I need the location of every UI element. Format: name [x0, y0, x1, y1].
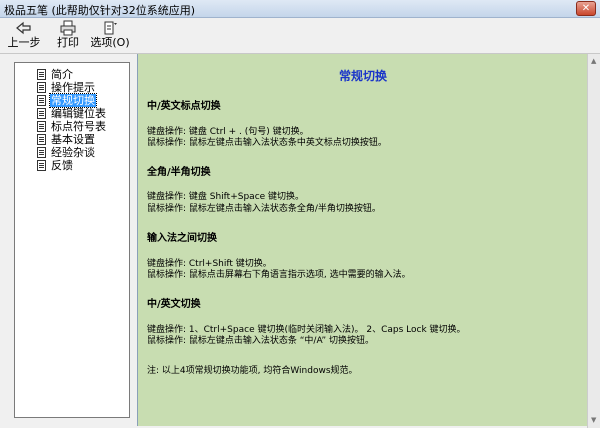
tree-item-punctuation[interactable]: 标点符号表	[37, 120, 107, 133]
tree-item-switching[interactable]: 常规切换	[37, 93, 97, 108]
document-icon	[37, 134, 46, 145]
section-title: 输入法之间切换	[147, 233, 217, 244]
tree-item-experience[interactable]: 经验杂谈	[37, 146, 96, 159]
document-icon	[37, 121, 46, 132]
section-line: 鼠标操作: 鼠标左键点击输入法状态条中英文标点切换按钮。	[147, 138, 387, 148]
document-icon	[37, 82, 46, 93]
toolbar: 上一步 打印 选项(O)	[0, 18, 600, 54]
tree-item-label: 常规切换	[49, 93, 97, 108]
section-line: 鼠标操作: 鼠标点击屏幕右下角语言指示选项, 选中需要的输入法。	[147, 270, 411, 280]
section-line: 鼠标操作: 鼠标左键点击输入法状态条 “中/A” 切换按钮。	[147, 336, 375, 346]
document-icon	[37, 160, 46, 171]
vertical-scrollbar[interactable]: ▲ ▼	[587, 54, 600, 428]
options-button[interactable]: 选项(O)	[90, 20, 130, 52]
help-content: 常规切换 中/英文标点切换 键盘操作: 键盘 Ctrl + . (句号) 键切换…	[137, 54, 587, 426]
tree-item-label: 反馈	[51, 159, 73, 172]
tree-item-label: 经验杂谈	[51, 146, 95, 159]
tree-item-label: 简介	[51, 68, 73, 81]
note-text: 注: 以上4项常规切换功能项, 均符合Windows规范。	[147, 366, 358, 376]
tree-item-intro[interactable]: 简介	[37, 68, 74, 81]
back-arrow-icon	[16, 21, 31, 35]
print-button[interactable]: 打印	[54, 20, 82, 52]
back-label: 上一步	[7, 36, 41, 49]
tree-item-label: 操作提示	[51, 81, 95, 94]
options-label: 选项(O)	[90, 36, 130, 49]
tree-item-label: 基本设置	[51, 133, 95, 146]
document-icon	[37, 108, 46, 119]
close-icon: ✕	[581, 3, 591, 14]
close-button[interactable]: ✕	[576, 1, 596, 16]
section-line: 鼠标操作: 鼠标左键点击输入法状态条全角/半角切换按钮。	[147, 204, 381, 214]
document-icon	[37, 95, 46, 106]
tree-item-label: 标点符号表	[51, 120, 106, 133]
printer-icon	[60, 20, 76, 36]
tree-item-label: 编辑键位表	[51, 107, 106, 120]
window-title: 极品五笔 (此帮助仅针对32位系统应用)	[4, 4, 196, 17]
tree-item-settings[interactable]: 基本设置	[37, 133, 96, 146]
tree-item-keymap[interactable]: 编辑键位表	[37, 107, 107, 120]
scroll-up-icon[interactable]: ▲	[591, 57, 596, 65]
section-title: 中/英文标点切换	[147, 101, 221, 112]
title-bar: 极品五笔 (此帮助仅针对32位系统应用) ✕	[0, 0, 600, 18]
page-title: 常规切换	[338, 69, 387, 83]
contents-tree: 简介 操作提示 常规切换 编辑键位表 标点符号表 基本设置 经验杂谈 反馈	[14, 62, 130, 418]
options-icon	[104, 21, 117, 35]
section-title: 全角/半角切换	[147, 167, 211, 178]
scroll-down-icon[interactable]: ▼	[591, 416, 596, 424]
tree-item-tips[interactable]: 操作提示	[37, 81, 96, 94]
document-icon	[37, 147, 46, 158]
tree-item-feedback[interactable]: 反馈	[37, 159, 74, 172]
document-icon	[37, 69, 46, 80]
print-label: 打印	[57, 36, 79, 49]
back-button[interactable]: 上一步	[6, 20, 42, 52]
section-title: 中/英文切换	[147, 299, 201, 310]
